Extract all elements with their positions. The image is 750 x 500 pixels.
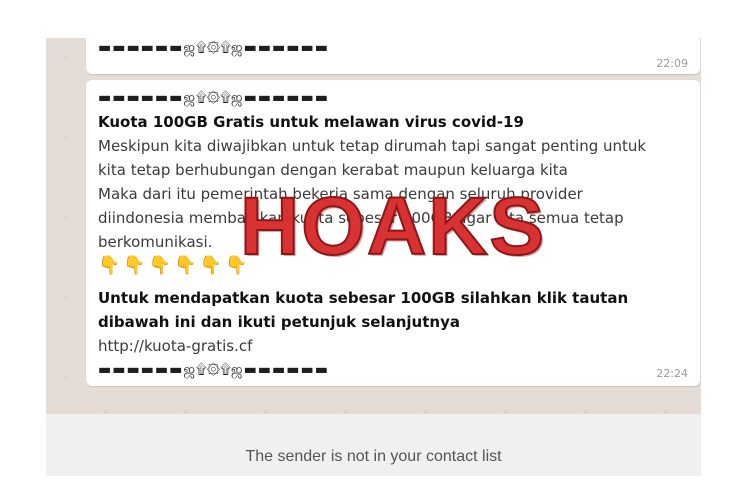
cta-line: dibawah ini dan ikuti petunjuk selanjutn… (98, 313, 460, 331)
message-line: Meskipun kita diwajibkan untuk tetap dir… (98, 137, 647, 155)
unknown-sender-bar: The sender is not in your contact list (46, 414, 701, 476)
decorative-divider-top: ▬▬▬▬▬▬ஜ۩۞۩ஜ▬▬▬▬▬▬ (98, 90, 329, 106)
cta-line: Untuk mendapatkan kuota sebesar 100GB si… (98, 289, 629, 307)
decorative-divider-bottom: ▬▬▬▬▬▬ஜ۩۞۩ஜ▬▬▬▬▬▬ (98, 362, 329, 378)
message-time: 22:24 (656, 367, 688, 380)
message-link[interactable]: http://kuota-gratis.cf (98, 334, 694, 358)
message-title: Kuota 100GB Gratis untuk melawan virus c… (98, 113, 524, 131)
hoax-stamp: HOAKS (239, 180, 547, 273)
decorative-divider: ▬▬▬▬▬▬ஜ۩۞۩ஜ▬▬▬▬▬▬ (98, 40, 329, 56)
message-bubble-1[interactable]: ▬▬▬▬▬▬ஜ۩۞۩ஜ▬▬▬▬▬▬ 22:09 (86, 38, 700, 74)
message-line: kita tetap berhubungan dengan kerabat ma… (98, 161, 568, 179)
sender-notice: The sender is not in your contact list (245, 448, 502, 465)
message-time: 22:09 (656, 57, 688, 70)
